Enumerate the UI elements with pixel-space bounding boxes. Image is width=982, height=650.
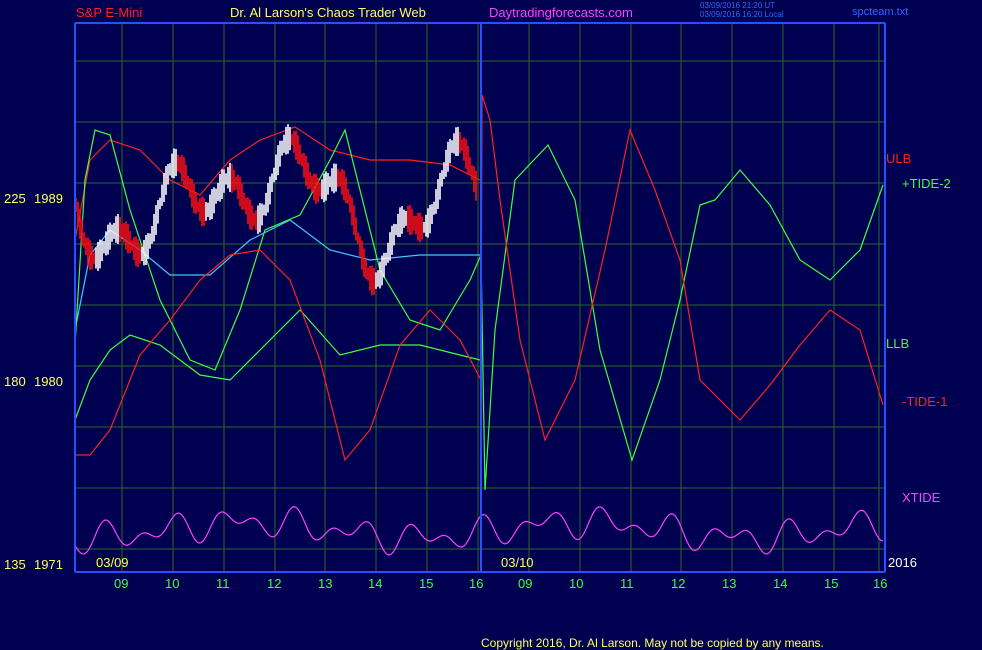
date-label-2: 2016	[888, 555, 917, 570]
series-line-xtide	[74, 506, 884, 556]
series-label-llb: LLB	[886, 336, 910, 351]
date-label-1: 03/10	[501, 555, 534, 570]
series-line-tide1	[75, 94, 884, 462]
x-tick-5: 14	[368, 576, 383, 591]
x-tick-10: 11	[620, 576, 634, 591]
site-url[interactable]: Daytradingforecasts.com	[489, 6, 633, 20]
copyright: Copyright 2016, Dr. Al Larson. May not b…	[481, 636, 824, 650]
series-layer	[74, 94, 884, 556]
series-line-tide2	[74, 128, 884, 491]
price-bars	[75, 124, 477, 296]
x-tick-2: 11	[216, 576, 230, 591]
series-label-tide2: +TIDE-2	[902, 176, 951, 191]
x-tick-12: 13	[722, 576, 737, 591]
timestamp-local: 03/09/2016 16:20 Local	[700, 10, 784, 19]
x-tick-8: 09	[518, 576, 533, 591]
x-tick-4: 13	[318, 576, 333, 591]
series-label-xtide: XTIDE	[902, 490, 941, 505]
x-tick-3: 12	[267, 576, 282, 591]
file-name: spcteam.txt	[852, 6, 909, 18]
x-tick-13: 14	[773, 576, 788, 591]
x-tick-0: 09	[114, 576, 129, 591]
series-label-tide1: -TIDE-1	[902, 394, 948, 409]
y-label-left-1: 180	[4, 374, 26, 389]
y-label-right-2: 1971	[34, 557, 63, 572]
site-title: Dr. Al Larson's Chaos Trader Web	[230, 5, 426, 20]
x-tick-15: 16	[873, 576, 888, 591]
y-label-right-0: 1989	[34, 191, 63, 206]
y-label-left-2: 135	[4, 557, 26, 572]
date-label-0: 03/09	[96, 555, 129, 570]
x-tick-7: 16	[469, 576, 484, 591]
y-label-right-1: 1980	[34, 374, 63, 389]
x-tick-9: 10	[569, 576, 584, 591]
x-tick-14: 15	[824, 576, 839, 591]
x-tick-6: 15	[419, 576, 434, 591]
chart-plot	[74, 22, 886, 573]
timestamp-ut: 03/09/2016 21:20 UT	[700, 1, 776, 10]
series-label-ulb: ULB	[886, 151, 912, 166]
y-label-left-0: 225	[4, 191, 26, 206]
instrument-title: S&P E-Mini	[76, 5, 143, 20]
x-tick-1: 10	[165, 576, 180, 591]
x-tick-11: 12	[671, 576, 686, 591]
